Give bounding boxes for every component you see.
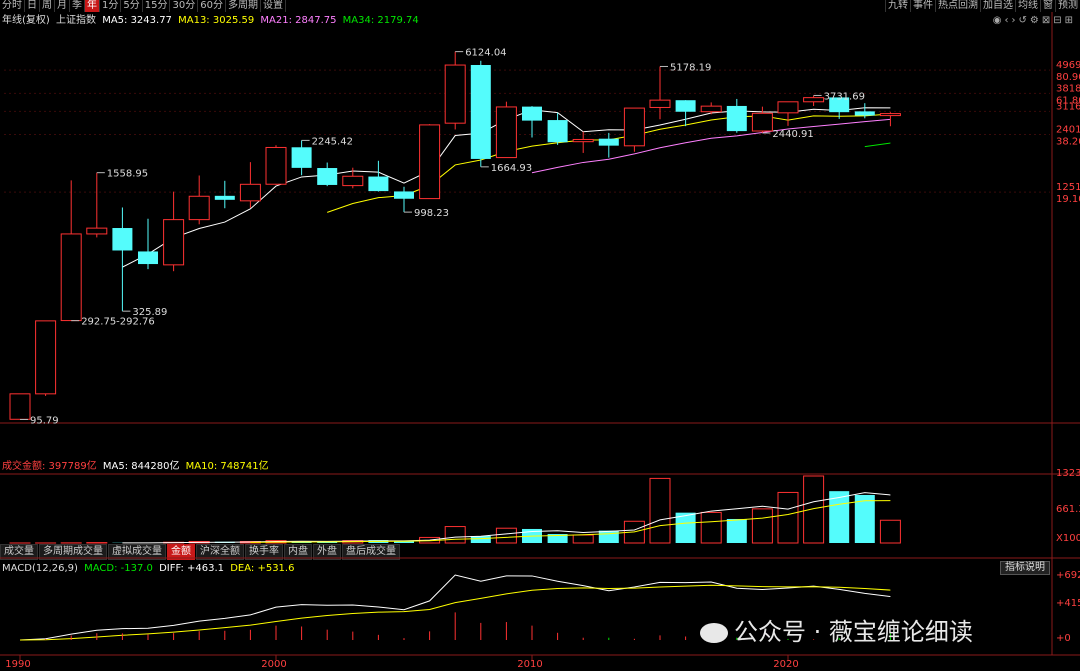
candle-body [649,99,671,108]
volume-bar [649,477,671,544]
candlestick-chart: 496980.90%381861.80%3116240138.20%125119… [0,12,1080,670]
volume-bar [572,534,594,544]
watermark-text: 公众号 · 薇宝缠论细读 [734,618,973,646]
macd-tick-label: +0 [1056,633,1071,644]
candle-body [547,120,568,143]
candle-body [572,138,594,143]
candle-body [60,233,82,322]
price-tick-label: 3818 [1056,83,1080,94]
candle-body [726,105,747,132]
candle-body [86,227,108,235]
extrema-label: 2440.91 [772,129,813,140]
candle-body [777,101,799,114]
candle-body [522,106,542,121]
candle-body [444,64,466,124]
extrema-label: 998.23 [414,208,449,219]
candle-body [35,320,57,395]
extrema-label: 95.79 [30,415,59,426]
macd-tick-label: +692.7 [1056,570,1080,581]
candle-body [700,105,722,113]
year-tick-label: 2000 [261,659,286,670]
wechat-icon [700,623,728,643]
extrema-label: 1558.95 [107,169,148,180]
candle-body [342,175,364,187]
price-pct-label: 19.10% [1056,194,1080,205]
ma34-line [864,142,891,148]
price-tick-label: 2401 [1056,124,1080,135]
candle-body [112,228,133,251]
volume-tick-label: 661.3 [1056,504,1080,515]
volume-bar [700,511,722,544]
price-tick-label: 3116 [1056,101,1080,112]
candle-body [598,138,619,146]
extrema-label: 1664.93 [491,163,532,174]
watermark: 公众号 · 薇宝缠论细读 [700,612,973,647]
volume-tick-label: 1323 [1056,468,1080,479]
candle-body [265,146,287,185]
candle-body [291,147,312,168]
candle-body [9,393,31,420]
candle-body [214,195,235,200]
candle-body [675,100,696,112]
year-tick-label: 1990 [5,659,30,670]
extrema-label: 292.75-292.76 [81,317,155,328]
candle-body [623,107,645,147]
macd-tick-label: +415.6 [1056,598,1080,609]
candle-body [138,251,158,265]
price-tick-label: 4969 [1056,60,1080,71]
volume-bar [495,527,517,544]
price-pct-label: 38.20% [1056,136,1080,147]
candle-body [470,64,491,159]
candle-body [188,195,210,221]
volume-bar [598,530,619,543]
year-tick-label: 2020 [773,659,798,670]
volume-bar [751,508,773,544]
extrema-label: 2245.42 [312,136,353,147]
volume-bar [470,536,491,543]
candle-body [495,106,517,159]
volume-bar [879,519,901,544]
extrema-label: 3731.69 [824,91,865,102]
price-pct-label: 80.90% [1056,72,1080,83]
volume-tick-label: X1000 [1056,533,1080,544]
year-tick-label: 2010 [517,659,542,670]
candle-body [803,97,825,103]
candle-body [317,168,338,185]
extrema-label: 6124.04 [465,48,506,59]
candle-body [751,112,773,132]
candle-body [854,111,875,116]
volume-bar [777,491,799,544]
extrema-label: 5178.19 [670,62,711,73]
volume-bar [726,518,747,543]
volume-bar [444,526,466,544]
volume-bar [803,475,825,544]
candle-body [239,183,261,202]
candle-body [879,113,901,117]
candle-body [419,124,441,200]
candle-body [368,176,389,192]
ma21-line [531,118,891,174]
candle-body [394,191,414,199]
price-tick-label: 1251 [1056,182,1080,193]
candle-body [163,219,185,266]
